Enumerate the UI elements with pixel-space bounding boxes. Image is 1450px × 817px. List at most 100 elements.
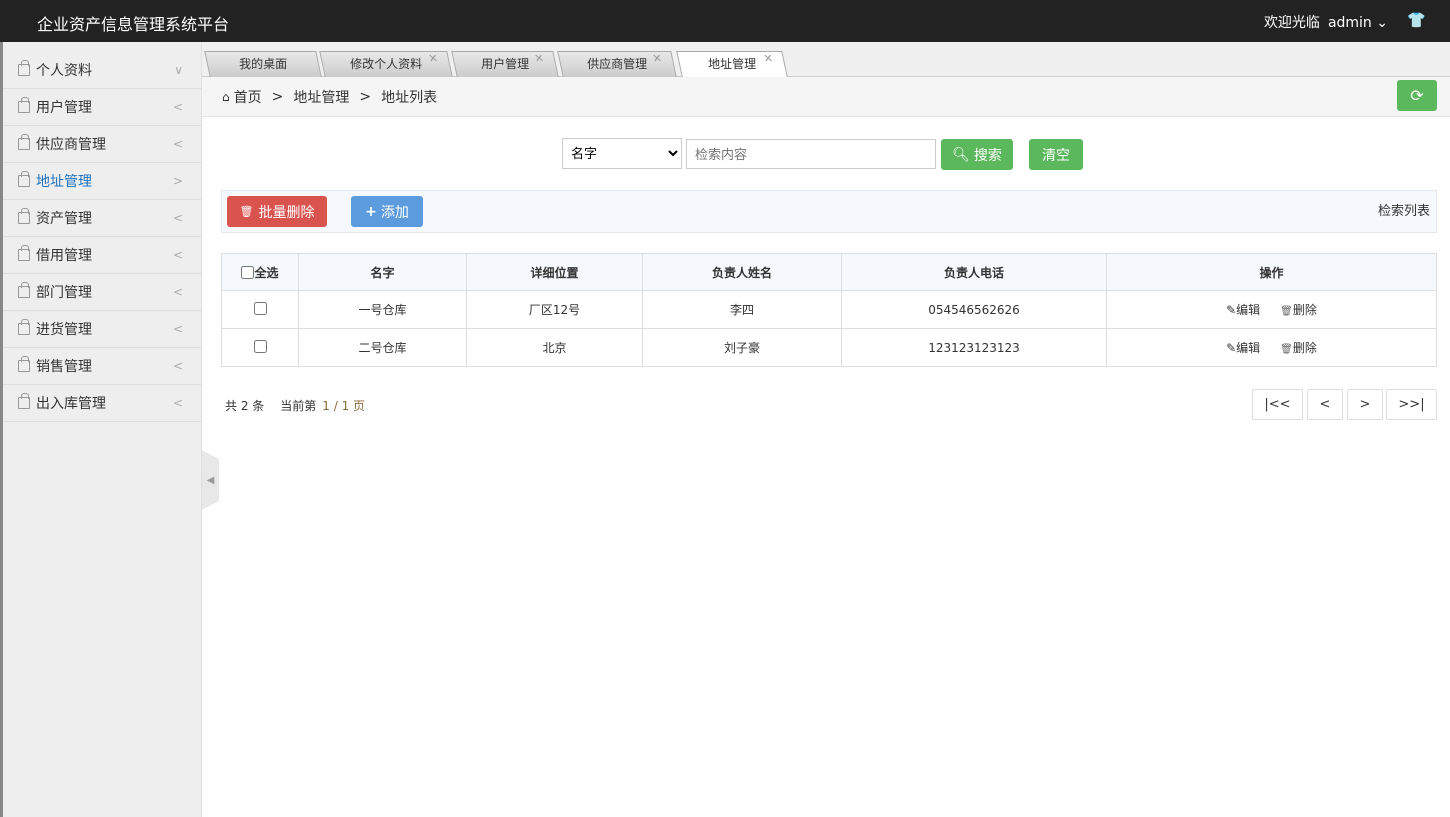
chevron-down-icon: ⌄ bbox=[1376, 15, 1388, 31]
pencil-icon: ✎ bbox=[1226, 341, 1237, 355]
last-page-button[interactable]: >>| bbox=[1386, 389, 1437, 420]
delete-link[interactable]: 🗑删除 bbox=[1280, 303, 1317, 317]
tab-desktop[interactable]: 我的桌面 bbox=[204, 51, 322, 77]
chevron-icon: > bbox=[172, 174, 183, 188]
trash-icon: 🗑 bbox=[1280, 344, 1293, 355]
chevron-icon: < bbox=[172, 322, 183, 336]
breadcrumb: ⌂ 首页 > 地址管理 > 地址列表 bbox=[202, 77, 1450, 117]
table-row: 二号仓库 北京 刘子豪 123123123123 ✎编辑 🗑删除 bbox=[221, 328, 1437, 367]
location-cell: 厂区12号 bbox=[466, 290, 643, 329]
column-header: 操作 bbox=[1106, 253, 1437, 291]
sidebar-item-label: 借用管理 bbox=[36, 248, 92, 264]
sidebar-item-address[interactable]: 地址管理 > bbox=[3, 163, 201, 200]
chevron-icon: < bbox=[172, 137, 183, 151]
delete-label: 删除 bbox=[1292, 303, 1317, 317]
clear-button[interactable]: 清空 bbox=[1029, 139, 1083, 170]
refresh-icon: ⟳ bbox=[1410, 86, 1424, 105]
breadcrumb-home[interactable]: 首页 bbox=[234, 87, 262, 107]
delete-label: 删除 bbox=[1292, 341, 1317, 355]
sidebar-item-label: 供应商管理 bbox=[36, 137, 106, 153]
tab-edit-profile[interactable]: 修改个人资料 ✕ bbox=[319, 51, 453, 77]
edit-link[interactable]: ✎编辑 bbox=[1226, 303, 1260, 317]
batch-delete-button[interactable]: 🗑 批量删除 bbox=[227, 196, 327, 227]
refresh-button[interactable]: ⟳ bbox=[1397, 80, 1437, 111]
tab-users[interactable]: 用户管理 ✕ bbox=[451, 51, 559, 77]
top-bar: 企业资产信息管理系统平台 欢迎光临 admin ⌄ 👕 bbox=[0, 0, 1450, 42]
chevron-icon: < bbox=[172, 100, 183, 114]
bag-icon bbox=[18, 245, 30, 261]
sidebar-item-label: 用户管理 bbox=[36, 100, 92, 116]
sidebar-item-label: 资产管理 bbox=[36, 211, 92, 227]
tab-label: 我的桌面 bbox=[239, 57, 288, 71]
tab-label: 供应商管理 bbox=[587, 57, 648, 71]
breadcrumb-page: 地址列表 bbox=[381, 89, 438, 106]
breadcrumb-separator: > bbox=[359, 88, 372, 105]
sidebar-item-label: 个人资料 bbox=[36, 63, 92, 79]
sidebar-item-purchase[interactable]: 进货管理 < bbox=[3, 311, 201, 348]
manager-cell: 刘子豪 bbox=[642, 328, 842, 367]
chevron-icon: < bbox=[172, 285, 183, 299]
home-icon: ⌂ bbox=[222, 89, 230, 104]
sidebar-item-departments[interactable]: 部门管理 < bbox=[3, 274, 201, 311]
sidebar-item-users[interactable]: 用户管理 < bbox=[3, 89, 201, 126]
row-checkbox[interactable] bbox=[253, 339, 267, 353]
search-input[interactable] bbox=[686, 139, 936, 169]
sidebar-item-assets[interactable]: 资产管理 < bbox=[3, 200, 201, 237]
sidebar-item-sales[interactable]: 销售管理 < bbox=[3, 348, 201, 385]
search-button-label: 搜索 bbox=[973, 147, 1002, 164]
delete-link[interactable]: 🗑删除 bbox=[1280, 341, 1317, 355]
column-header: 名字 bbox=[298, 253, 467, 291]
row-checkbox[interactable] bbox=[253, 301, 267, 315]
edit-label: 编辑 bbox=[1236, 341, 1261, 355]
tab-bar: 我的桌面 修改个人资料 ✕ 用户管理 ✕ 供应商管理 ✕ 地址管理 ✕ bbox=[202, 42, 1450, 77]
trash-icon: 🗑 bbox=[1280, 306, 1293, 317]
next-page-button[interactable]: > bbox=[1347, 389, 1383, 420]
tab-label: 用户管理 bbox=[481, 57, 530, 71]
sidebar-item-label: 销售管理 bbox=[36, 359, 92, 375]
trash-icon: 🗑 bbox=[239, 205, 254, 218]
sidebar: 个人资料 ∨ 用户管理 < 供应商管理 < 地址管理 > 资产管理 < 借用管理 < 部门管… bbox=[0, 42, 202, 817]
bag-icon bbox=[18, 97, 30, 113]
sidebar-item-inout[interactable]: 出入库管理 < bbox=[3, 385, 201, 422]
phone-cell: 054546562626 bbox=[841, 290, 1107, 329]
pencil-icon: ✎ bbox=[1226, 303, 1237, 317]
user-menu[interactable]: 欢迎光临 admin ⌄ bbox=[1264, 12, 1388, 32]
theme-shirt-icon[interactable]: 👕 bbox=[1407, 11, 1426, 29]
table-header-row: 全选 名字 详细位置 负责人姓名 负责人电话 操作 bbox=[221, 253, 1437, 291]
tab-address[interactable]: 地址管理 ✕ bbox=[676, 51, 788, 77]
sidebar-item-borrow[interactable]: 借用管理 < bbox=[3, 237, 201, 274]
search-button[interactable]: 🔍︎ 搜索 bbox=[941, 139, 1013, 170]
column-header: 详细位置 bbox=[466, 253, 643, 291]
select-all-header[interactable]: 全选 bbox=[221, 253, 299, 291]
name-cell: 二号仓库 bbox=[298, 328, 467, 367]
name-cell: 一号仓库 bbox=[298, 290, 467, 329]
column-header: 负责人姓名 bbox=[642, 253, 842, 291]
edit-link[interactable]: ✎编辑 bbox=[1226, 341, 1260, 355]
first-page-button[interactable]: |<< bbox=[1252, 389, 1303, 420]
tab-label: 地址管理 bbox=[708, 57, 757, 71]
tab-suppliers[interactable]: 供应商管理 ✕ bbox=[557, 51, 677, 77]
select-all-checkbox[interactable] bbox=[241, 265, 255, 279]
app-title: 企业资产信息管理系统平台 bbox=[37, 15, 230, 34]
bag-icon bbox=[18, 134, 30, 150]
actions-cell: ✎编辑 🗑删除 bbox=[1106, 290, 1437, 329]
bag-icon bbox=[18, 319, 30, 335]
chevron-icon: < bbox=[172, 359, 183, 373]
manager-cell: 李四 bbox=[642, 290, 842, 329]
location-cell: 北京 bbox=[466, 328, 643, 367]
sidebar-item-suppliers[interactable]: 供应商管理 < bbox=[3, 126, 201, 163]
current-page-label: 当前第 bbox=[280, 399, 317, 413]
search-icon: 🔍︎ bbox=[952, 146, 970, 163]
bag-icon bbox=[18, 356, 30, 372]
bag-icon bbox=[18, 282, 30, 298]
add-button[interactable]: + 添加 bbox=[351, 196, 423, 227]
sidebar-item-profile[interactable]: 个人资料 ∨ bbox=[3, 52, 201, 89]
prev-page-button[interactable]: < bbox=[1307, 389, 1343, 420]
bag-icon bbox=[18, 393, 30, 409]
phone-cell: 123123123123 bbox=[841, 328, 1107, 367]
sidebar-collapse-handle[interactable]: ◀ bbox=[202, 450, 219, 510]
search-field-select[interactable]: 名字 bbox=[562, 138, 682, 169]
sidebar-item-label: 地址管理 bbox=[36, 174, 92, 190]
clear-button-label: 清空 bbox=[1042, 147, 1070, 164]
breadcrumb-section[interactable]: 地址管理 bbox=[293, 87, 349, 107]
